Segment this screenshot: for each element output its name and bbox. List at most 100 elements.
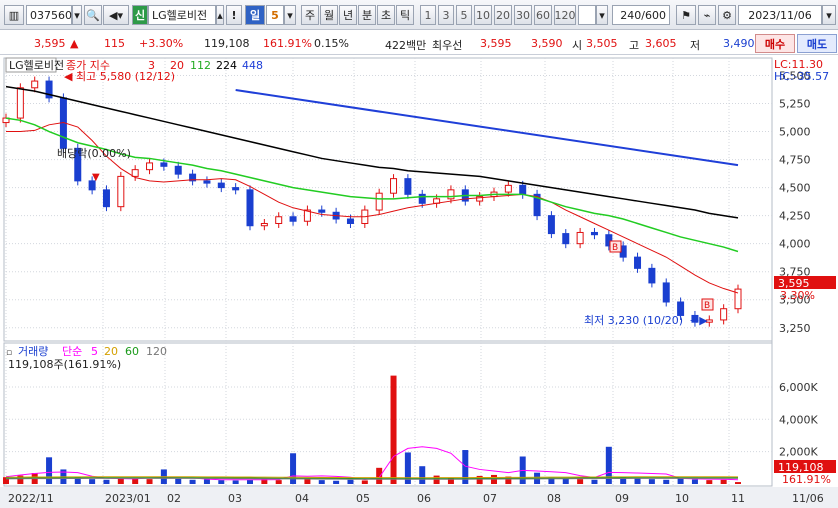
toolbar: ▥ 037560 ▾ 🔍 ◀▾ 신 LG헬로비전 ▴ ! 일 5 ▾ 주 월 년… bbox=[0, 0, 838, 30]
candle-body bbox=[375, 192, 383, 211]
high-annotation: 최고 5,580 (12/12) bbox=[76, 70, 175, 83]
volume-bar bbox=[318, 480, 325, 484]
date-dropdown-icon[interactable]: ▾ bbox=[822, 5, 836, 25]
minute-3-button[interactable]: 3 bbox=[438, 5, 454, 25]
volume-bar bbox=[175, 478, 182, 484]
candle-body bbox=[504, 184, 512, 193]
candle-body bbox=[117, 175, 125, 208]
price-chart[interactable]: 5,5005,2505,0004,7504,5004,2504,0003,750… bbox=[0, 56, 838, 508]
data-count-total: /600 bbox=[641, 8, 666, 22]
period-year-tab[interactable]: 년 bbox=[339, 5, 357, 25]
period-tick-tab[interactable]: 틱 bbox=[396, 5, 414, 25]
candle-body bbox=[203, 180, 211, 184]
minute-1-button[interactable]: 1 bbox=[420, 5, 436, 25]
open-price: 3,505 bbox=[586, 37, 618, 50]
credit-badge: 신 bbox=[132, 5, 148, 25]
buy-button[interactable]: 매수 bbox=[755, 34, 795, 53]
search-icon[interactable]: 🔍 bbox=[84, 5, 102, 25]
current-price: 3,595 bbox=[34, 37, 66, 50]
minute-20-button[interactable]: 20 bbox=[494, 5, 512, 25]
time-tick-label: 2022/11 bbox=[8, 492, 54, 505]
up-arrow-icon: ▲ bbox=[70, 37, 79, 50]
code-dropdown-icon[interactable]: ▾ bbox=[72, 5, 82, 25]
time-tick-label: 2023/01 bbox=[105, 492, 151, 505]
stock-code-input[interactable]: 037560 bbox=[26, 5, 72, 25]
period-week-tab[interactable]: 주 bbox=[301, 5, 319, 25]
svg-text:B: B bbox=[612, 243, 618, 253]
time-tick-label: 05 bbox=[356, 492, 370, 505]
volume-bar bbox=[390, 375, 397, 484]
minute-5-button[interactable]: 5 bbox=[456, 5, 472, 25]
custom-interval-input[interactable] bbox=[578, 5, 596, 25]
candle-body bbox=[547, 215, 555, 235]
interval-dropdown-icon[interactable]: ▾ bbox=[284, 5, 296, 25]
trade-amount: 422백만 bbox=[385, 39, 427, 52]
volume-legend-ma20: 20 bbox=[104, 345, 118, 358]
candle-body bbox=[634, 256, 642, 269]
last-volume-rate: 161.91% bbox=[782, 473, 831, 486]
speaker-icon[interactable]: ◀▾ bbox=[103, 5, 129, 25]
name-scroll-icon[interactable]: ▴ bbox=[216, 5, 224, 25]
volume-legend-ma120: 120 bbox=[146, 345, 167, 358]
chart-title: LG헬로비전 bbox=[9, 59, 64, 72]
period-day-tab[interactable]: 일 bbox=[245, 5, 265, 25]
settings-gear-icon[interactable]: ⚙ bbox=[718, 5, 736, 25]
date-input[interactable]: 2023/11/06 bbox=[738, 5, 822, 25]
high-arrow-icon: ◀ bbox=[64, 70, 73, 83]
period-month-tab[interactable]: 월 bbox=[320, 5, 338, 25]
volume-bar bbox=[218, 480, 225, 484]
volume-bar bbox=[304, 479, 311, 484]
volume-sq-icon: ▫ bbox=[6, 348, 12, 358]
volume-tick-label: 4,000K bbox=[779, 413, 818, 426]
dividend-marker-icon: ▼ bbox=[92, 172, 100, 183]
minute-10-button[interactable]: 10 bbox=[474, 5, 492, 25]
period-interval-select[interactable]: 5 bbox=[266, 5, 284, 25]
time-tick-label: 06 bbox=[417, 492, 431, 505]
volume-bar bbox=[419, 466, 426, 484]
turnover-rate: 0.15% bbox=[314, 37, 349, 50]
minute-60-button[interactable]: 60 bbox=[534, 5, 552, 25]
volume-bar bbox=[232, 480, 239, 484]
volume-legend-ma: 단순 bbox=[62, 345, 82, 358]
candle-body bbox=[246, 189, 254, 227]
volume-legend-label: 거래량 bbox=[18, 345, 48, 358]
data-count-input[interactable]: 240/600 bbox=[612, 5, 670, 25]
candle-body bbox=[146, 162, 154, 171]
chart-type-icon[interactable]: ⚑ bbox=[676, 5, 696, 25]
volume-bar bbox=[663, 479, 670, 484]
candle-body bbox=[260, 222, 268, 227]
volume-legend-ma5: 5 bbox=[91, 345, 98, 358]
custom-interval-dropdown-icon[interactable]: ▾ bbox=[596, 5, 608, 25]
volume-bar bbox=[46, 457, 53, 484]
candle-body bbox=[289, 216, 297, 222]
volume: 119,108 bbox=[204, 37, 250, 50]
candle-body bbox=[102, 189, 110, 208]
quote-bar: 3,595 ▲ 115 +3.30% 119,108 161.91% 0.15%… bbox=[0, 31, 838, 55]
volume-bar bbox=[577, 479, 584, 484]
stock-name-display: LG헬로비전 bbox=[148, 5, 216, 25]
minute-120-button[interactable]: 120 bbox=[554, 5, 576, 25]
candle-body bbox=[232, 187, 240, 191]
legend-ma448: 448 bbox=[242, 59, 263, 72]
time-tick-label: 07 bbox=[483, 492, 497, 505]
low-label: 저 bbox=[690, 39, 701, 52]
chart-menu-icon[interactable]: ▥ bbox=[4, 5, 24, 25]
high-label: 고 bbox=[629, 39, 640, 52]
time-tick-label: 04 bbox=[295, 492, 309, 505]
period-second-tab[interactable]: 초 bbox=[377, 5, 395, 25]
sell-button[interactable]: 매도 bbox=[797, 34, 837, 53]
candle-body bbox=[590, 231, 598, 236]
period-minute-tab[interactable]: 분 bbox=[358, 5, 376, 25]
data-count: 240 bbox=[620, 8, 642, 22]
hc-label: HC:-35.57 bbox=[774, 70, 829, 83]
candle-body bbox=[217, 182, 225, 189]
indicator-icon[interactable]: ⌁ bbox=[698, 5, 716, 25]
minute-30-button[interactable]: 30 bbox=[514, 5, 532, 25]
time-tick-label: 02 bbox=[167, 492, 181, 505]
volume-bar bbox=[376, 467, 383, 484]
alert-button[interactable]: ! bbox=[226, 5, 242, 25]
volume-bar bbox=[333, 480, 340, 484]
candle-body bbox=[576, 231, 584, 245]
price-tick-label: 5,250 bbox=[779, 97, 811, 110]
open-label: 시 bbox=[572, 39, 583, 52]
